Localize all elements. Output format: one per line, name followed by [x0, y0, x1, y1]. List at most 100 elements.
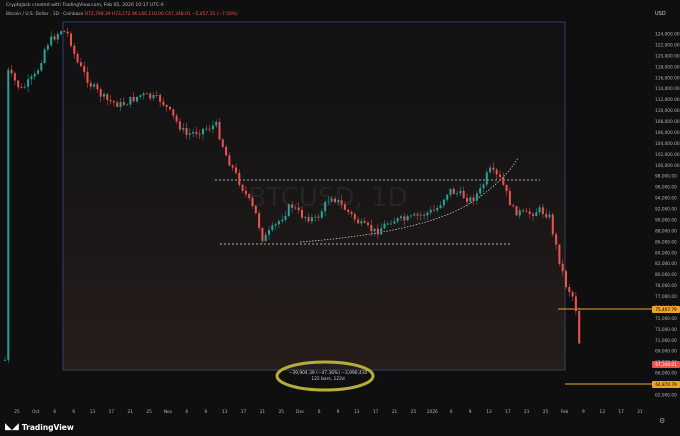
candle-body [60, 31, 63, 35]
candle-body [56, 34, 59, 40]
candle-body [10, 69, 13, 74]
candle-body [370, 224, 373, 232]
candle-body [525, 210, 528, 212]
candle-body [46, 45, 49, 50]
candle-body [310, 217, 313, 222]
candle-body [182, 128, 185, 130]
candle-body [416, 214, 419, 216]
candle-body [198, 133, 201, 135]
price-tick-label: 102,000.00 [655, 152, 680, 158]
candle-body [347, 209, 350, 212]
time-axis[interactable]: 25 Oct 6 9 13 17 21 25 Nov 6 9 13 17 21 25 Dec 6 9 13 17 21 2… [14, 409, 643, 415]
time-tick-label: 25 [14, 409, 20, 415]
candle-body [195, 131, 198, 134]
candle-body [208, 128, 211, 130]
candle-body [456, 193, 459, 195]
gear-icon[interactable]: ⚙ [659, 417, 665, 425]
candle-body [439, 205, 442, 208]
candle-body [4, 359, 6, 361]
candle-body [353, 213, 356, 220]
candle-body [340, 200, 343, 205]
price-tick-label: 71,000.00 [655, 338, 677, 344]
candle-body [555, 234, 558, 245]
candle-body [522, 210, 525, 212]
time-tick-label: 17 [109, 409, 115, 415]
candle-body [462, 190, 465, 198]
candle-body [169, 106, 171, 110]
price-tick-label: 75,000.00 [655, 316, 677, 322]
time-tick-label: 17 [505, 409, 511, 415]
candle-body [373, 228, 376, 232]
time-tick-label: 13 [90, 409, 96, 415]
candle-body [337, 200, 340, 203]
candle-body [142, 93, 145, 96]
time-tick-label: 25 [411, 409, 417, 415]
price-tick-label: 120,000.00 [655, 53, 680, 59]
candle-body [452, 188, 455, 194]
candle-body [515, 206, 518, 216]
candle-body [202, 128, 204, 135]
tradingview-brand[interactable]: ◣◢ TradingView [5, 421, 74, 433]
time-tick-label: Feb [561, 409, 569, 415]
candle-body [79, 62, 82, 67]
candle-body [63, 31, 66, 33]
candle-body [7, 69, 10, 360]
candle-body [291, 204, 294, 208]
candle-body [116, 102, 119, 107]
time-tick-label: 21 [392, 409, 398, 415]
candle-body [406, 216, 409, 221]
candle-body [327, 201, 330, 203]
candle-body [149, 93, 152, 99]
price-tick-label: 90,000.00 [655, 217, 677, 223]
time-tick-label: 9 [72, 409, 75, 415]
candle-body [136, 96, 138, 102]
candle-body [277, 221, 280, 225]
candle-body [492, 167, 495, 170]
candle-body [518, 210, 521, 216]
candle-body [545, 214, 548, 218]
price-tick-label: 88,000.00 [655, 228, 677, 234]
candle-body [218, 122, 221, 140]
candle-body [376, 228, 379, 235]
time-tick-label: 13 [600, 409, 606, 415]
candle-body [568, 287, 571, 293]
candle-body [485, 172, 488, 185]
time-tick-label: 9 [337, 409, 340, 415]
candle-body [548, 214, 551, 218]
candle-body [383, 223, 386, 229]
time-tick-label: 21 [128, 409, 134, 415]
price-tick-label: 106,000.00 [655, 130, 680, 136]
time-tick-label: 13 [486, 409, 492, 415]
candle-body [334, 198, 336, 203]
price-tick-label: 82,000.00 [655, 261, 677, 267]
time-tick-label: Dec [296, 409, 305, 415]
candle-body [185, 128, 188, 135]
candle-body [551, 214, 554, 235]
candle-body [228, 155, 231, 166]
candle-body [499, 174, 501, 178]
candle-body [535, 212, 538, 216]
candle-body [495, 169, 498, 175]
candle-body [86, 71, 89, 83]
candle-body [178, 121, 181, 130]
price-axis[interactable]: 124,000.00 122,000.00 120,000.00 118,000.00… [655, 32, 680, 399]
time-tick-label: 9 [582, 409, 585, 415]
time-tick-label: 17 [618, 409, 624, 415]
candle-body [571, 292, 574, 297]
price-tick-label: 78,000.00 [655, 283, 677, 289]
candle-body [528, 211, 531, 215]
price-tick-label: 124,000.00 [655, 32, 680, 38]
candle-body [284, 215, 287, 220]
candle-body [43, 49, 46, 63]
candle-body [538, 207, 541, 213]
candle-body [268, 230, 270, 235]
candle-body [33, 73, 36, 77]
candle-body [27, 79, 30, 87]
time-tick-label: Nov [164, 409, 173, 415]
candle-body [205, 128, 208, 130]
price-tick-label: 94,000.00 [655, 196, 677, 202]
measure-label: −39,904.39 (−47.36%) −3,990,430 122 bars… [283, 371, 373, 383]
candle-body [301, 209, 303, 218]
candle-body [119, 102, 122, 107]
price-tick-label: 62,000.00 [655, 393, 677, 399]
